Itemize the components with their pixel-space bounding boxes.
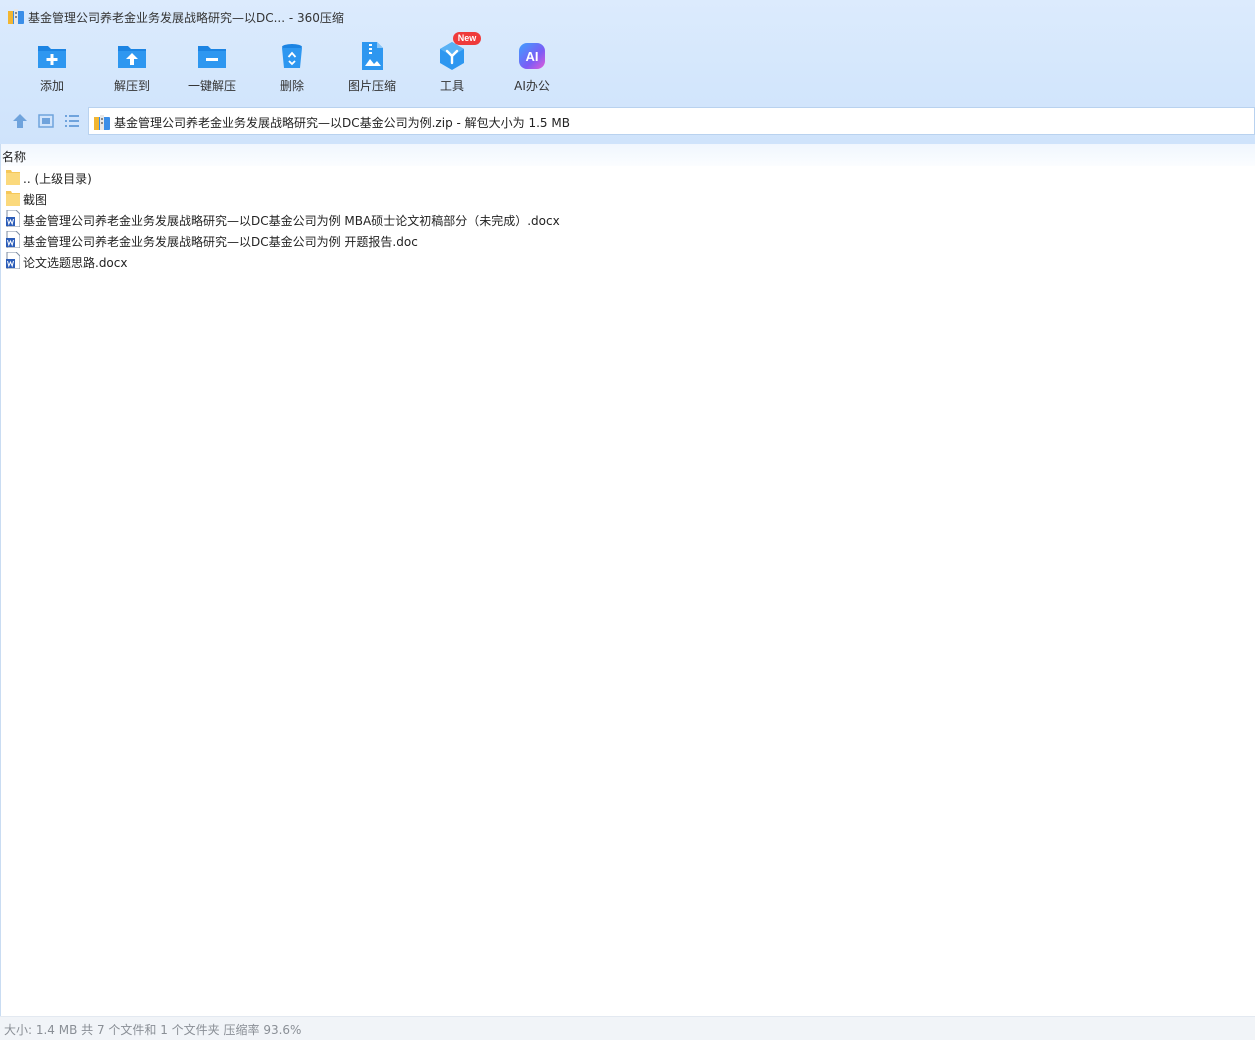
- thumbnail-view-icon[interactable]: [37, 112, 55, 130]
- add-folder-icon: [38, 46, 66, 68]
- word-doc-icon: [6, 252, 20, 269]
- trash-icon: [282, 44, 302, 68]
- file-name: 截图: [23, 193, 48, 207]
- add-button[interactable]: 添加: [12, 36, 92, 100]
- address-row: 基金管理公司养老金业务发展战略研究—以DC基金公司为例.zip - 解包大小为 …: [0, 106, 1255, 136]
- status-bar: 大小: 1.4 MB 共 7 个文件和 1 个文件夹 压缩率 93.6%: [0, 1016, 1255, 1040]
- list-item-file[interactable]: 基金管理公司养老金业务发展战略研究—以DC基金公司为例 MBA硕士论文初稿部分（…: [0, 208, 1255, 229]
- column-header-name[interactable]: 名称: [2, 148, 26, 165]
- file-name: 基金管理公司养老金业务发展战略研究—以DC基金公司为例 MBA硕士论文初稿部分（…: [23, 214, 560, 228]
- ai-icon-text: AI: [526, 49, 539, 64]
- list-item-file[interactable]: 基金管理公司养老金业务发展战略研究—以DC基金公司为例 开题报告.doc: [0, 229, 1255, 250]
- extract-to-button[interactable]: 解压到: [92, 36, 172, 100]
- pane-border: [0, 144, 1, 1016]
- status-text: 大小: 1.4 MB 共 7 个文件和 1 个文件夹 压缩率 93.6%: [4, 1023, 302, 1037]
- tools-button[interactable]: 工具: [412, 36, 492, 100]
- archive-app-icon: [8, 9, 24, 24]
- add-label: 添加: [39, 79, 64, 93]
- ai-office-label: AI办公: [514, 79, 550, 93]
- new-badge: New: [453, 32, 481, 45]
- address-bar[interactable]: 基金管理公司养老金业务发展战略研究—以DC基金公司为例.zip - 解包大小为 …: [88, 107, 1255, 135]
- one-click-extract-label: 一键解压: [187, 79, 236, 93]
- list-item-parent-dir[interactable]: .. (上级目录): [0, 166, 1255, 187]
- folder-icon: [6, 191, 20, 206]
- list-item-folder[interactable]: 截图: [0, 187, 1255, 208]
- image-compress-label: 图片压缩: [347, 79, 396, 93]
- one-click-extract-icon: [198, 46, 226, 68]
- one-click-extract-button[interactable]: 一键解压: [172, 36, 252, 100]
- extract-to-label: 解压到: [113, 79, 150, 93]
- image-compress-icon: [362, 42, 383, 70]
- top-panel: 基金管理公司养老金业务发展战略研究—以DC... - 360压缩 添加 解压到: [0, 0, 1255, 144]
- word-doc-icon: [6, 210, 20, 227]
- archive-file-icon: [94, 115, 110, 130]
- list-view-icon[interactable]: [63, 112, 81, 130]
- file-name: 基金管理公司养老金业务发展战略研究—以DC基金公司为例 开题报告.doc: [23, 235, 418, 249]
- ai-office-button[interactable]: AI AI办公: [492, 36, 572, 100]
- file-name: .. (上级目录): [23, 172, 92, 186]
- delete-button[interactable]: 删除: [252, 36, 332, 100]
- word-doc-icon: [6, 231, 20, 248]
- address-path: 基金管理公司养老金业务发展战略研究—以DC基金公司为例.zip - 解包大小为 …: [114, 116, 570, 130]
- window-title: 基金管理公司养老金业务发展战略研究—以DC... - 360压缩: [28, 11, 344, 25]
- ai-office-icon: AI: [519, 43, 545, 69]
- title-bar: 基金管理公司养老金业务发展战略研究—以DC... - 360压缩: [0, 0, 1255, 34]
- list-header: 名称: [0, 144, 1255, 166]
- delete-label: 删除: [279, 79, 304, 93]
- file-name: 论文选题思路.docx: [23, 256, 128, 270]
- image-compress-button[interactable]: 图片压缩: [332, 36, 412, 100]
- list-item-file[interactable]: 论文选题思路.docx: [0, 250, 1255, 271]
- tools-label: 工具: [439, 79, 464, 93]
- extract-to-icon: [118, 46, 146, 68]
- folder-icon: [6, 170, 20, 185]
- up-arrow-icon[interactable]: [11, 112, 29, 130]
